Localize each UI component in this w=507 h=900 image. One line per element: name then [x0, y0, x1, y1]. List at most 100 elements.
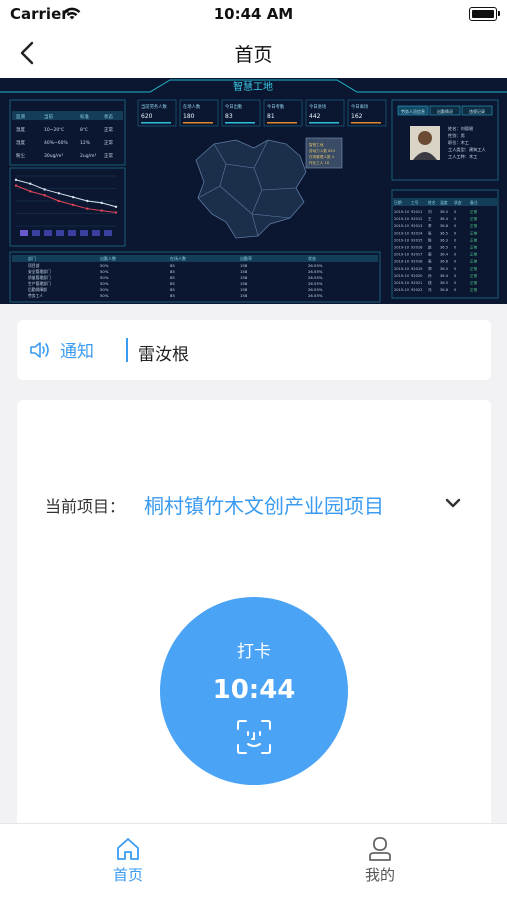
bottom-table-cell: 85 [170, 269, 175, 274]
bottom-table-header-cell: 部门 [28, 255, 36, 261]
right-table-cell: 2019-10 [394, 274, 410, 278]
bottom-table-cell: 158 [240, 269, 248, 274]
right-table-cell: 36.5 [440, 281, 448, 285]
bottom-table-cell: 158 [240, 287, 248, 292]
chart-series-line-2-point [57, 199, 61, 203]
right-table-cell: 92013 [411, 224, 422, 228]
right-table-cell: 92022 [411, 288, 422, 292]
stat-card-label: 今日出勤 [225, 103, 243, 110]
speaker-icon [30, 342, 49, 358]
bottom-table-cell: 26.55% [308, 293, 323, 298]
chart-series-line-1-point [100, 201, 103, 205]
right-table-cell: 36.5 [440, 267, 448, 271]
stat-card-bar [141, 122, 171, 124]
tab-home[interactable]: 首页 [48, 824, 208, 900]
env-table-cell: 粉尘 [16, 152, 25, 159]
bottom-table-cell: 生产管理部门 [28, 281, 51, 286]
chevron-down-icon[interactable] [442, 494, 464, 512]
chart-series-line-1-point [57, 192, 61, 195]
bottom-table-cell: 26.55% [308, 275, 323, 280]
project-selector[interactable]: 桐村镇竹木文创产业园项目 [144, 490, 434, 519]
right-table-cell: 36.6 [440, 224, 449, 228]
chart-series-line-2-point [86, 207, 89, 210]
right-table-cell: 92019 [411, 267, 423, 271]
chart-series-line-2-point [14, 184, 18, 187]
worker-field: 职位：木工 [448, 139, 469, 146]
chart-series-line-2-point [100, 209, 103, 212]
right-table-cell: 2019-10 [394, 281, 410, 285]
clock-in-card: 当前项目： 桐村镇竹木文创产业园项目 打卡 10:44 [17, 400, 491, 840]
right-table-header-cell: 备注 [470, 200, 478, 205]
right-table-cell: 正常 [470, 273, 478, 278]
stat-card-bar [225, 122, 255, 124]
dashboard-banner-graphic: 智慧工地 监测 当前 标准 状态温度 10~20℃ 8℃ 正常湿度 40%~60% 12% 正常粉… [0, 78, 507, 304]
chart-series-line-1-point [43, 188, 46, 191]
bottom-table-cell: 50% [100, 263, 109, 268]
bottom-table-cell: 质量管理部门 [28, 275, 51, 280]
right-table-cell: 36.4 [440, 274, 449, 278]
right-table-cell: 正常 [470, 280, 478, 285]
page-title: 首页 [234, 44, 273, 66]
worker-field: 工人类型：建筑工人 [448, 146, 487, 153]
bottom-table-cell: 50% [100, 293, 109, 298]
right-table-cell: 正常 [470, 259, 478, 264]
right-table-cell: 冯 [428, 287, 432, 292]
right-table-cell: 36.4 [440, 217, 449, 221]
notice-divider [126, 338, 128, 362]
stat-card-value: 81 [267, 113, 275, 120]
stat-card-bar [183, 122, 213, 124]
bottom-table-cell: 158 [240, 281, 248, 286]
right-table-cell: 正常 [470, 266, 478, 271]
bottom-table-cell: 50% [100, 287, 109, 292]
right-table-cell: 2019-10 [394, 267, 410, 271]
right-table-cell: 2019-10 [394, 210, 410, 214]
face-scan-icon [237, 720, 271, 754]
right-table-cell: 周 [428, 252, 432, 257]
env-table-header-cell: 状态 [104, 113, 113, 120]
clock-in-label: 打卡 [237, 642, 271, 662]
chart-legend-swatch [20, 230, 28, 236]
right-table-cell: 李 [428, 223, 432, 228]
right-table-cell: 2019-10 [394, 246, 410, 250]
stat-card-value: 442 [309, 113, 321, 120]
worker-field: 工人工种：木工 [448, 153, 477, 160]
right-table-cell: 92015 [411, 238, 422, 242]
banner-title: 智慧工地 [233, 80, 273, 93]
right-table-cell: 王 [428, 217, 432, 221]
stat-card-value: 620 [141, 113, 153, 120]
bottom-table-cell: 158 [240, 275, 248, 280]
right-table-cell: 2019-10 [394, 288, 410, 292]
right-table-cell: 正常 [470, 252, 478, 257]
project-label: 当前项目： [45, 497, 126, 516]
right-table-cell: 刘 [428, 209, 432, 214]
bottom-table-cell: 50% [100, 269, 109, 274]
bottom-table-header-cell: 状态 [308, 255, 316, 261]
chart-series-line-1-point [86, 199, 89, 203]
bottom-table-cell: 26.55% [308, 263, 323, 268]
stat-card-label: 今日进场 [309, 103, 327, 110]
right-table-cell: 36.6 [440, 288, 449, 292]
stat-card-label: 在场人数 [183, 103, 201, 110]
bottom-table-cell: 安全管理部门 [28, 269, 51, 274]
env-table-cell: 10~20℃ [44, 127, 64, 133]
bottom-table-cell: 后勤保障部 [28, 287, 47, 292]
dashboard-banner[interactable]: 智慧工地 监测 当前 标准 状态 温度 10~20℃ 8℃ 正常 湿度 40%~60% 12% 正常粉… [0, 78, 507, 304]
chart-series-line-2-point [71, 203, 75, 207]
env-table-cell: 正常 [104, 152, 113, 159]
stat-card-bar [351, 122, 381, 124]
env-table-cell: 12% [80, 140, 91, 146]
clock-in-button[interactable]: 打卡 10:44 [160, 597, 348, 785]
tab-mine[interactable]: 我的 [300, 824, 460, 900]
bottom-table-cell: 85 [170, 287, 175, 292]
right-table-cell: 92020 [411, 274, 423, 278]
notice-bar[interactable]: 通知 雷汝根 [17, 320, 491, 380]
bottom-table-header-cell: 出勤人数 [100, 255, 116, 261]
chart-series-line-2-point [29, 190, 32, 193]
bottom-table-header-cell: 出勤率 [240, 255, 252, 261]
chart-series-line-2-point [114, 211, 118, 214]
bottom-table-cell: 26.55% [308, 269, 323, 274]
right-table-cell: 正常 [470, 223, 478, 228]
env-table-cell: 正常 [104, 139, 113, 146]
map-popup-line: 智慧工地 [309, 142, 324, 147]
chart-legend-swatch [92, 230, 100, 236]
